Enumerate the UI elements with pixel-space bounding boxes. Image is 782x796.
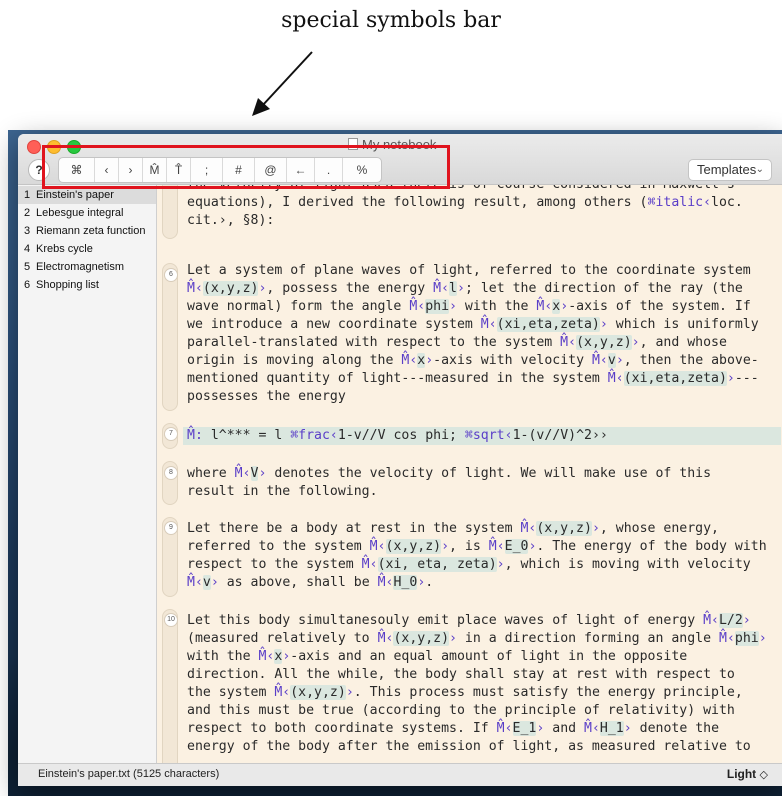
notebook-editor[interactable]: the velocity of light used there is of c… (157, 185, 782, 763)
notebook-sidebar: 1 Einstein's paper 2 Lebesgue integral 3 Ri… (18, 185, 157, 763)
sidebar-item-label: Shopping list (36, 279, 99, 291)
annotation-label: special symbols bar (281, 8, 501, 33)
sidebar-item-label: Electromagnetism (36, 261, 125, 273)
sidebar-item-number: 3 (24, 225, 31, 237)
cell-text[interactable]: Let a system of plane waves of light, re… (187, 262, 779, 406)
cell-number-badge: 6 (164, 268, 178, 282)
cell-text[interactable]: where M̂‹V› denotes the velocity of ligh… (187, 465, 779, 501)
sidebar-item-lebesgue-integral[interactable]: 2 Lebesgue integral (18, 204, 156, 222)
cell-gutter[interactable] (162, 185, 178, 239)
close-window-button[interactable] (27, 140, 41, 154)
sidebar-item-label: Einstein's paper (36, 189, 114, 201)
sidebar-item-number: 4 (24, 243, 31, 255)
chevron-down-icon: ⌄ (755, 164, 764, 175)
sidebar-item-shopping-list[interactable]: 6 Shopping list (18, 276, 156, 294)
sidebar-item-number: 1 (24, 189, 31, 201)
updown-chevron-icon: ◇ (759, 769, 768, 781)
sidebar-item-label: Lebesgue integral (36, 207, 124, 219)
sidebar-item-label: Krebs cycle (36, 243, 93, 255)
status-bar: Einstein's paper.txt (5125 characters) L… (18, 763, 782, 786)
sidebar-item-riemann-zeta[interactable]: 3 Riemann zeta function (18, 222, 156, 240)
sidebar-item-number: 5 (24, 261, 31, 273)
sidebar-item-krebs-cycle[interactable]: 4 Krebs cycle (18, 240, 156, 258)
cell-number-badge: 7 (164, 427, 178, 441)
annotation-highlight-box (42, 145, 450, 189)
sidebar-item-electromagnetism[interactable]: 5 Electromagnetism (18, 258, 156, 276)
file-info: Einstein's paper.txt (5125 characters) (38, 768, 220, 780)
cell-number-badge: 10 (164, 613, 178, 627)
templates-label: Templates (697, 162, 757, 177)
cell-text[interactable]: the velocity of light used there is of c… (187, 185, 779, 230)
cell-number-badge: 9 (164, 521, 178, 535)
cell-text[interactable]: Let this body simultanesouly emit place … (187, 612, 779, 756)
app-window: My notebook ? ⌘ ‹ › M̂ T̂ ; # @ ← . % Te… (18, 134, 782, 786)
cell-number-badge: 8 (164, 466, 178, 480)
sidebar-item-number: 6 (24, 279, 31, 291)
templates-dropdown[interactable]: Templates ⌄ (688, 159, 772, 181)
theme-label: Light (726, 767, 757, 781)
math-cell-text[interactable]: M̂: l^*** = l ⌘frac‹1-v//V cos phi; ⌘sqr… (183, 427, 781, 445)
cell-text[interactable]: Let there be a body at rest in the syste… (187, 520, 779, 592)
sidebar-item-number: 2 (24, 207, 31, 219)
cell-gutter[interactable] (162, 609, 178, 763)
cell-gutter[interactable] (162, 263, 178, 411)
theme-selector[interactable]: Light ◇ (727, 767, 768, 781)
annotation-arrow (252, 51, 313, 116)
sidebar-item-label: Riemann zeta function (36, 225, 146, 237)
